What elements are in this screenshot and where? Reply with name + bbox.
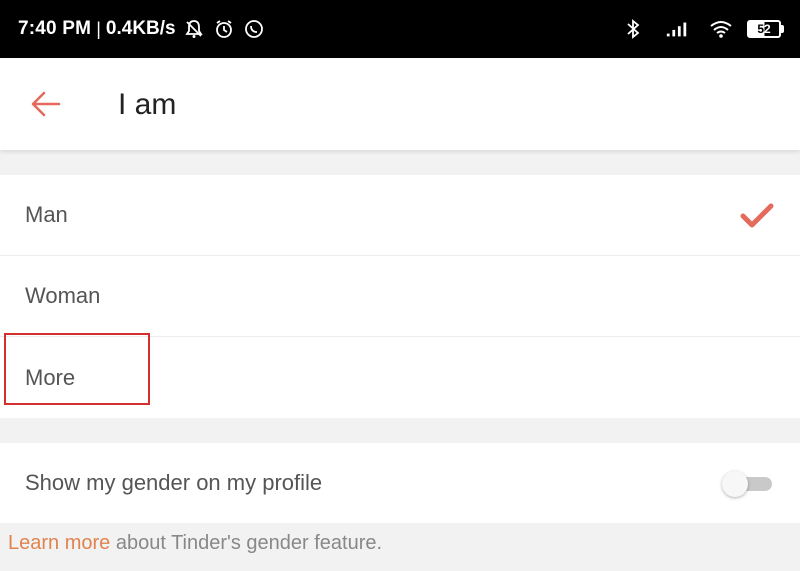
gender-option-list: Man Woman More: [0, 175, 800, 418]
show-gender-toggle[interactable]: [722, 471, 772, 497]
status-bar: 7:40 PM | 0.4KB/s 52: [0, 0, 800, 58]
gender-feature-note: Learn more about Tinder's gender feature…: [8, 532, 382, 555]
notifications-off-icon: [182, 17, 206, 41]
wifi-icon: [709, 17, 733, 41]
option-label: Woman: [25, 283, 101, 308]
option-label: More: [25, 364, 76, 390]
app-header: I am: [0, 58, 800, 150]
option-more[interactable]: More: [0, 337, 800, 418]
note-text: about Tinder's gender feature.: [110, 532, 383, 554]
back-button[interactable]: [30, 90, 62, 118]
status-time: 7:40 PM: [18, 18, 92, 39]
network-speed: 0.4KB/s: [105, 18, 176, 39]
learn-more-link[interactable]: Learn more: [8, 532, 110, 554]
signal-icon: [665, 17, 689, 41]
checkmark-icon: [740, 203, 774, 228]
show-gender-row: Show my gender on my profile: [0, 443, 800, 523]
page-title: I am: [118, 88, 177, 121]
alarm-icon: [212, 17, 236, 41]
bluetooth-icon: [621, 17, 645, 41]
show-gender-label: Show my gender on my profile: [25, 470, 323, 495]
status-separator: |: [96, 18, 101, 39]
option-label: Man: [25, 202, 68, 227]
toggle-knob: [722, 471, 748, 497]
option-man[interactable]: Man: [0, 175, 800, 256]
battery-icon: 52: [747, 20, 784, 38]
option-woman[interactable]: Woman: [0, 256, 800, 337]
whatsapp-icon: [242, 17, 266, 41]
battery-level: 52: [757, 22, 771, 36]
arrow-left-icon: [31, 91, 61, 117]
